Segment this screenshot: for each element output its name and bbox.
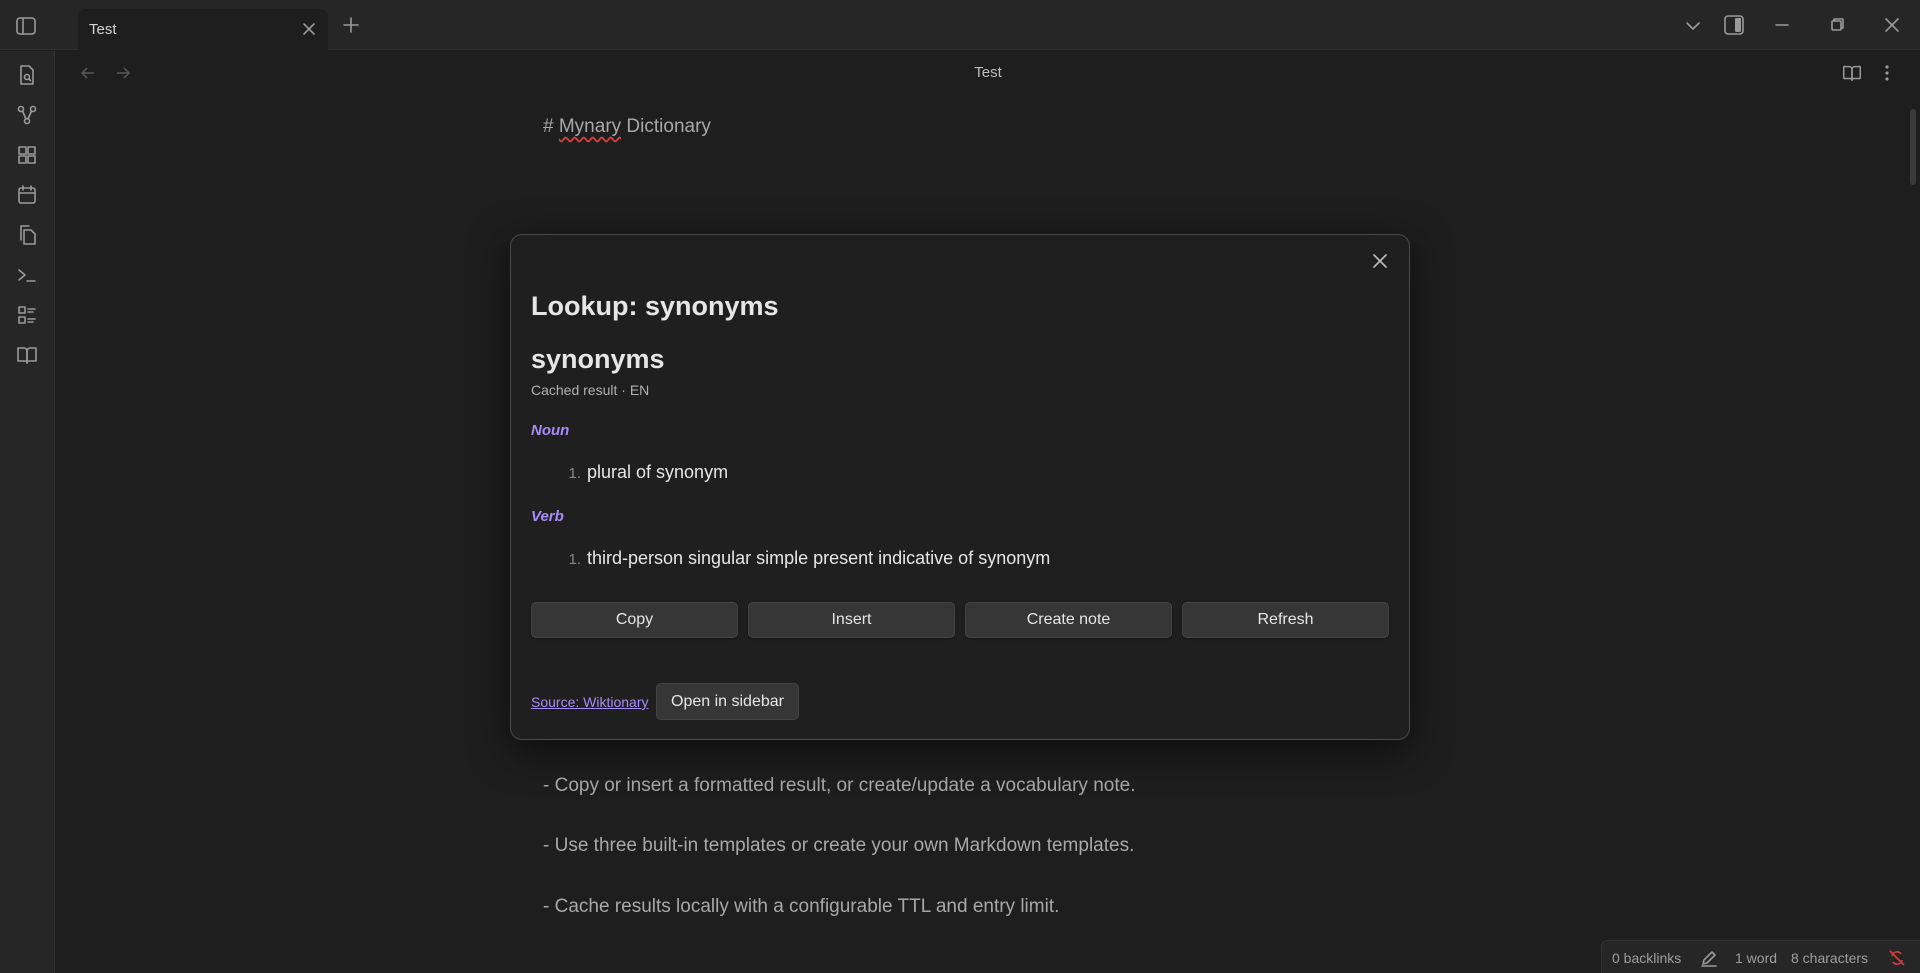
- part-of-speech-verb: Verb: [531, 508, 564, 525]
- lookup-modal: Lookup: synonyms synonyms Cached result …: [510, 234, 1410, 740]
- definition-number: 1.: [568, 551, 581, 568]
- word-count: 1 word: [1735, 950, 1778, 966]
- close-icon[interactable]: [300, 20, 318, 38]
- lookup-meta: Cached result · EN: [531, 382, 650, 398]
- title-bar: Test: [0, 0, 1920, 50]
- open-in-sidebar-button[interactable]: Open in sidebar: [656, 683, 799, 720]
- close-icon[interactable]: [1369, 250, 1391, 272]
- terminal-icon[interactable]: [15, 263, 39, 287]
- insert-button[interactable]: Insert: [748, 602, 955, 638]
- file-search-icon[interactable]: [15, 63, 39, 87]
- minimize-icon[interactable]: [1770, 13, 1794, 37]
- list-item[interactable]: - Copy or insert a formatted result, or …: [543, 775, 1135, 797]
- heading-rest: Dictionary: [621, 116, 711, 137]
- definition-item: 1. plural of synonym: [561, 462, 728, 483]
- status-bar: 0 backlinks 1 word 8 characters: [1601, 940, 1920, 973]
- part-of-speech-noun: Noun: [531, 422, 570, 439]
- list-item[interactable]: - Use three built-in templates or create…: [543, 835, 1134, 857]
- definition-number: 1.: [568, 465, 581, 482]
- book-open-icon[interactable]: [15, 343, 39, 367]
- heading-word-misspelled: Mynary: [558, 116, 622, 137]
- heading-line[interactable]: # Mynary Dictionary: [543, 116, 711, 138]
- backlinks-count[interactable]: 0 backlinks: [1612, 950, 1681, 966]
- list-item[interactable]: - Cache results locally with a configura…: [543, 896, 1059, 918]
- definition-text: plural of synonym: [587, 462, 729, 482]
- definition-text: third-person singular simple present ind…: [587, 548, 1051, 568]
- scrollbar-thumb[interactable]: [1910, 109, 1916, 185]
- checklist-icon[interactable]: [15, 303, 39, 327]
- refresh-button[interactable]: Refresh: [1182, 602, 1389, 638]
- dashboard-icon[interactable]: [15, 143, 39, 167]
- copy-pages-icon[interactable]: [15, 223, 39, 247]
- right-sidebar-icon[interactable]: [1722, 13, 1746, 37]
- copy-button[interactable]: Copy: [531, 602, 738, 638]
- word-heading: synonyms: [531, 344, 665, 374]
- plus-icon[interactable]: [340, 14, 362, 36]
- heading-hash: #: [543, 116, 559, 137]
- modal-title: Lookup: synonyms: [531, 291, 779, 321]
- chevron-down-icon[interactable]: [1683, 16, 1703, 36]
- sync-disabled-icon[interactable]: [1887, 948, 1907, 968]
- restore-icon[interactable]: [1825, 13, 1849, 37]
- book-icon[interactable]: [1841, 62, 1863, 84]
- view-header-title[interactable]: Test: [56, 64, 1920, 81]
- calendar-icon[interactable]: [15, 183, 39, 207]
- character-count: 8 characters: [1791, 950, 1869, 966]
- sidebar-toggle-icon[interactable]: [14, 14, 38, 38]
- graph-icon[interactable]: [15, 103, 39, 127]
- close-window-icon[interactable]: [1880, 13, 1904, 37]
- source-link[interactable]: Source: Wiktionary: [531, 694, 648, 710]
- tab-title: Test: [89, 21, 117, 38]
- create-note-button[interactable]: Create note: [965, 602, 1172, 638]
- more-vertical-icon[interactable]: [1876, 62, 1898, 84]
- pencil-icon[interactable]: [1699, 948, 1719, 968]
- definition-item: 1. third-person singular simple present i…: [561, 548, 1050, 569]
- left-ribbon: [0, 51, 55, 973]
- tab-test[interactable]: Test: [78, 9, 328, 50]
